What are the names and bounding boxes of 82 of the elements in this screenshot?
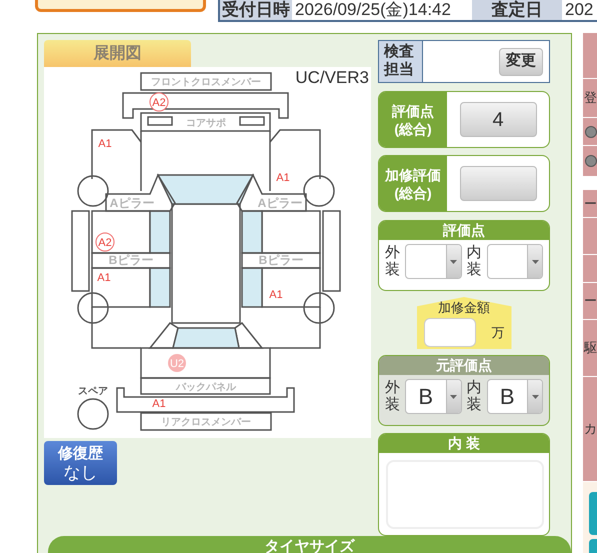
damage-mark[interactable]: A1 [269, 289, 283, 301]
panel-label: フロントクロスメンバー [151, 77, 261, 88]
caret-down-icon [450, 260, 457, 264]
windshield[interactable] [156, 174, 254, 205]
headlight[interactable] [239, 116, 265, 126]
headlight[interactable] [147, 116, 173, 126]
damage-mark[interactable]: A2 [96, 232, 114, 252]
side-label: ー [584, 292, 597, 310]
amount-input-field[interactable] [424, 318, 476, 347]
grade-dropdown[interactable]: B [405, 379, 462, 414]
damage-mark[interactable]: A2 [150, 92, 168, 112]
quarter-panel[interactable] [270, 307, 321, 349]
card-label: 評価点 [392, 102, 434, 120]
side-label: 駆 [584, 339, 597, 358]
cross-member[interactable] [140, 72, 272, 91]
pillar[interactable] [91, 252, 171, 269]
panel-label: バックパネル [176, 382, 236, 393]
pillar[interactable] [241, 252, 321, 269]
round-button-icon[interactable] [585, 155, 597, 167]
pillar[interactable] [105, 173, 176, 212]
caret-down-icon [450, 394, 457, 398]
card-sublabel: (総合) [394, 120, 432, 138]
panel-label: Bピラー [108, 253, 154, 267]
core-support[interactable] [140, 112, 271, 132]
trunk-lid[interactable] [140, 347, 271, 379]
quarter-panel[interactable] [91, 307, 141, 349]
side-window[interactable] [149, 267, 171, 308]
header-label: 受付日時 [220, 0, 292, 20]
side-label: カ [584, 420, 597, 438]
field-label: 外装 [385, 245, 400, 278]
grade-dropdown[interactable]: B [486, 379, 543, 414]
rear-window[interactable] [172, 327, 240, 349]
side-button[interactable] [589, 492, 597, 536]
side-sill[interactable] [71, 210, 90, 292]
side-window[interactable] [149, 210, 171, 254]
side-label: ー [584, 194, 597, 213]
panel-label: Aピラー [110, 196, 154, 210]
wheel[interactable] [303, 292, 335, 324]
change-button[interactable]: 変更 [499, 48, 543, 76]
damage-mark[interactable]: A1 [152, 398, 166, 410]
damage-mark[interactable]: A1 [98, 138, 112, 150]
wheel[interactable] [77, 292, 109, 324]
box-title: 評価点 [379, 221, 549, 240]
wheel[interactable] [77, 398, 109, 430]
card-label: 加修評価 [385, 166, 441, 184]
fender[interactable] [91, 129, 142, 179]
side-sill[interactable] [322, 210, 341, 292]
panel-label: リアクロスメンバー [161, 417, 251, 428]
score-button[interactable]: 4 [460, 102, 536, 137]
pillar[interactable] [236, 173, 307, 212]
panel-label: Aピラー [258, 196, 302, 210]
side-label: 登 [584, 89, 597, 108]
panel-label: スペア [78, 386, 108, 397]
diagram-tab[interactable]: 展開図 [44, 40, 191, 67]
unit-label: 万 [492, 324, 504, 342]
hood[interactable] [140, 130, 271, 192]
inspector-label: 検査担当 [379, 41, 423, 82]
repair-history-button[interactable]: 修復歴 なし [44, 441, 117, 485]
back-panel[interactable] [140, 377, 271, 395]
round-button-icon[interactable] [585, 126, 597, 138]
header-label: 査定日 [472, 0, 562, 20]
bumper[interactable] [122, 92, 289, 119]
box-title: 元評価点 [379, 356, 549, 375]
card-sublabel: (総合) [394, 184, 432, 202]
caret-down-icon [532, 260, 538, 264]
cross-member[interactable] [140, 412, 272, 431]
caret-down-icon [532, 394, 538, 398]
panel-label: コアサポ [186, 118, 226, 129]
panel-label: Bピラー [258, 253, 304, 267]
wheel[interactable] [303, 175, 335, 207]
fender[interactable] [269, 129, 321, 179]
damage-mark[interactable]: A1 [276, 172, 290, 184]
box-title: 内 装 [379, 434, 549, 453]
repair-amount-label: 加修金額 [438, 300, 490, 316]
damage-mark[interactable]: A1 [97, 272, 111, 284]
field-label: 内装 [466, 245, 482, 278]
wheel[interactable] [77, 175, 109, 207]
side-window[interactable] [241, 210, 263, 254]
side-window[interactable] [241, 267, 263, 308]
version-label: UC/VER3 [295, 68, 369, 87]
field-label: 外装 [385, 380, 400, 413]
field-label: 内装 [466, 380, 482, 413]
